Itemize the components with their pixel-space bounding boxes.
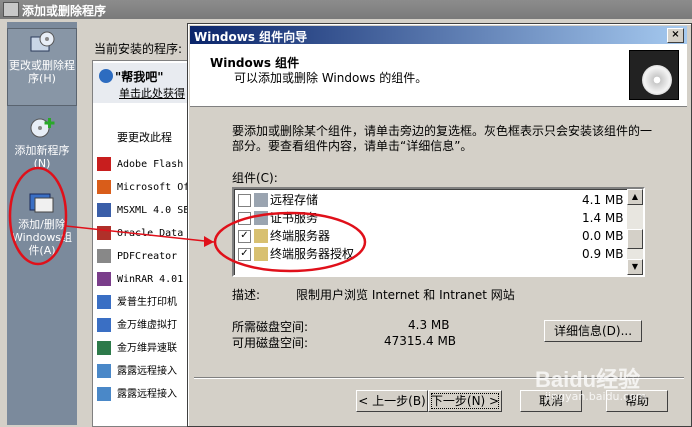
component-size: 0.0 MB [582, 229, 624, 243]
program-name: Microsoft Of [117, 182, 190, 193]
terminal-license-icon [254, 247, 268, 261]
program-name: Oracle Data [117, 228, 184, 239]
printer-icon [97, 318, 111, 332]
flash-icon [97, 157, 111, 171]
description-label: 描述: [232, 288, 261, 302]
scroll-up-button[interactable]: ▲ [627, 189, 643, 205]
next-button[interactable]: 下一步(N) > [428, 390, 502, 412]
program-name: 露露远程接入 [117, 366, 177, 377]
component-checkbox[interactable]: ✓ [238, 230, 251, 243]
back-button[interactable]: < 上一步(B) [356, 390, 428, 412]
watermark-url: jingyan.baidu.com [545, 390, 647, 403]
remote-icon [97, 387, 111, 401]
change-remove-icon [30, 31, 55, 52]
remote-icon [97, 364, 111, 378]
pdf-icon [97, 249, 111, 263]
program-name: WinRAR 4.01 [117, 274, 184, 285]
description-text: 限制用户浏览 Internet 和 Intranet 网站 [296, 288, 515, 302]
add-program-icon [30, 118, 55, 138]
component-name: 证书服务 [270, 211, 319, 225]
program-row[interactable]: Adobe Flash [97, 156, 183, 174]
msxml-icon [97, 203, 111, 217]
wizard-instructions: 要添加或删除某个组件，请单击旁边的复选框。灰色框表示只会安装该组件的一部分。要查… [232, 124, 653, 153]
sidebar-item-windows-components[interactable]: 添加/删除Windows组件(A) [7, 188, 77, 257]
program-name: 金万维虚拟打 [117, 320, 177, 331]
component-checkbox[interactable] [238, 194, 251, 207]
windows-components-icon [29, 193, 54, 213]
component-size: 0.9 MB [582, 247, 624, 261]
program-row[interactable]: 露露远程接入 [97, 363, 177, 381]
window-titlebar: 添加或删除程序 [0, 0, 692, 19]
help-title: "帮我吧" [115, 70, 164, 84]
sidebar-item-label: 添加新程序(N) [14, 144, 70, 170]
sort-label: 要更改此程 [117, 131, 172, 144]
program-row[interactable]: MSXML 4.0 SE [97, 202, 189, 220]
scroll-down-button[interactable]: ▼ [627, 259, 643, 275]
oracle-icon [97, 226, 111, 240]
components-label: 组件(C): [232, 171, 278, 185]
component-checkbox[interactable] [238, 212, 251, 225]
help-me-item[interactable]: "帮我吧" 单击此处获得 [93, 63, 193, 103]
components-scrollbar[interactable]: ▲ ▼ [627, 189, 643, 275]
program-row[interactable]: 金万维虚拟打 [97, 317, 177, 335]
required-space-label: 所需磁盘空间: [232, 320, 309, 334]
component-row[interactable]: 远程存储 4.1 MB [234, 191, 626, 209]
component-size: 1.4 MB [582, 211, 624, 225]
component-size: 4.1 MB [582, 193, 624, 207]
program-row[interactable]: PDFCreator [97, 248, 177, 266]
component-name: 终端服务器 [270, 229, 331, 243]
app-icon [3, 2, 19, 17]
network-icon [97, 341, 111, 355]
window-title: 添加或删除程序 [22, 4, 107, 18]
dialog-title: Windows 组件向导 [194, 30, 308, 44]
required-space-value: 4.3 MB [408, 318, 450, 332]
winrar-icon [97, 272, 111, 286]
storage-icon [254, 193, 268, 207]
help-icon [99, 69, 113, 83]
help-link[interactable]: 单击此处获得 [119, 85, 185, 101]
dialog-titlebar: Windows 组件向导 × [190, 26, 687, 44]
wizard-subheading: 可以添加或删除 Windows 的组件。 [234, 71, 428, 85]
cd-box-icon [629, 50, 679, 100]
scroll-thumb[interactable] [627, 229, 643, 249]
component-row[interactable]: ✓ 终端服务器 0.0 MB [234, 227, 626, 245]
program-name: 金万维异速联 [117, 343, 177, 354]
program-name: 爱普生打印机 [117, 297, 177, 308]
sidebar: 更改或删除程序(H) 添加新程序(N) 添加/删除Windows组件(A) [7, 22, 77, 425]
program-row[interactable]: 爱普生打印机 [97, 294, 177, 312]
component-name: 远程存储 [270, 193, 319, 207]
sidebar-item-add-new[interactable]: 添加新程序(N) [7, 114, 77, 170]
printer-icon [97, 295, 111, 309]
office-icon [97, 180, 111, 194]
program-row[interactable]: WinRAR 4.01 [97, 271, 183, 289]
program-name: 露露远程接入 [117, 389, 177, 400]
program-row[interactable]: Oracle Data [97, 225, 183, 243]
sidebar-item-label: 添加/删除Windows组件(A) [11, 218, 73, 257]
available-space-value: 47315.4 MB [384, 334, 457, 348]
program-name: Adobe Flash [117, 159, 184, 170]
program-name: MSXML 4.0 SE [117, 205, 190, 216]
component-row[interactable]: ✓ 终端服务器授权 0.9 MB [234, 245, 626, 263]
available-space-label: 可用磁盘空间: [232, 336, 309, 350]
program-row[interactable]: 露露远程接入 [97, 386, 177, 404]
sidebar-item-change-remove[interactable]: 更改或删除程序(H) [7, 28, 77, 106]
program-row[interactable]: 金万维异速联 [97, 340, 177, 358]
details-button[interactable]: 详细信息(D)... [544, 320, 642, 342]
component-row[interactable]: 证书服务 1.4 MB [234, 209, 626, 227]
program-name: PDFCreator [117, 251, 178, 262]
programs-list: "帮我吧" 单击此处获得 要更改此程 Adobe Flash Microsoft … [92, 60, 194, 427]
sidebar-item-label: 更改或删除程序(H) [9, 59, 75, 85]
terminal-server-icon [254, 229, 268, 243]
component-checkbox[interactable]: ✓ [238, 248, 251, 261]
program-row[interactable]: Microsoft Of [97, 179, 189, 197]
wizard-header: Windows 组件 可以添加或删除 Windows 的组件。 [190, 44, 687, 107]
certificate-icon [254, 211, 268, 225]
component-name: 终端服务器授权 [270, 247, 355, 261]
components-list[interactable]: 远程存储 4.1 MB 证书服务 1.4 MB ✓ 终端服务器 0.0 MB ✓ 终端服务器授权… [232, 187, 645, 277]
current-programs-label: 当前安装的程序: [94, 42, 183, 56]
close-button[interactable]: × [667, 28, 684, 43]
